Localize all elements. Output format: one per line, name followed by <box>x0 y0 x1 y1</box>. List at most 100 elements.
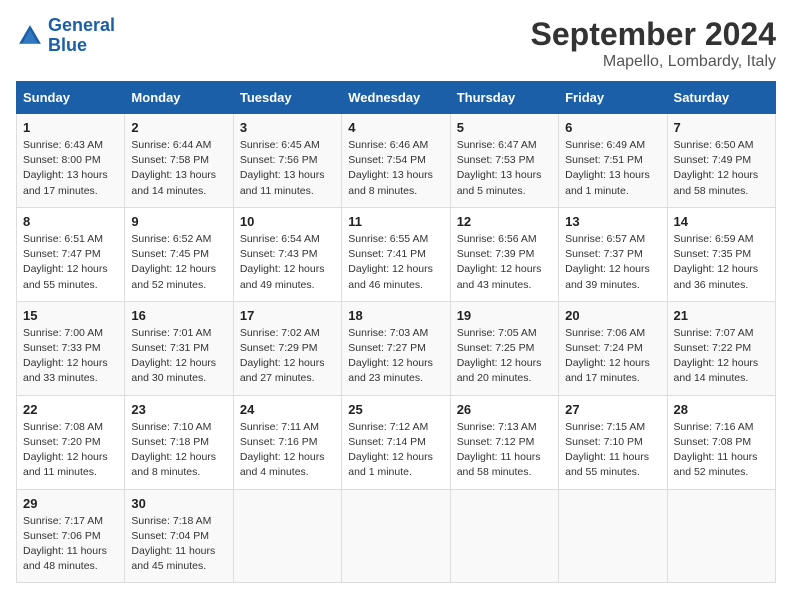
day-number: 17 <box>240 308 335 323</box>
day-cell-18: 18 Sunrise: 7:03 AM Sunset: 7:27 PM Dayl… <box>342 301 450 395</box>
day-info: Sunrise: 7:05 AM Sunset: 7:25 PM Dayligh… <box>457 326 552 387</box>
day-info: Sunrise: 7:06 AM Sunset: 7:24 PM Dayligh… <box>565 326 660 387</box>
day-info: Sunrise: 7:07 AM Sunset: 7:22 PM Dayligh… <box>674 326 769 387</box>
day-info: Sunrise: 6:43 AM Sunset: 8:00 PM Dayligh… <box>23 138 118 199</box>
header-sunday: Sunday <box>17 82 125 114</box>
day-number: 16 <box>131 308 226 323</box>
day-info: Sunrise: 6:55 AM Sunset: 7:41 PM Dayligh… <box>348 232 443 293</box>
day-cell-30: 30 Sunrise: 7:18 AM Sunset: 7:04 PM Dayl… <box>125 489 233 583</box>
day-info: Sunrise: 7:15 AM Sunset: 7:10 PM Dayligh… <box>565 420 660 481</box>
day-info: Sunrise: 7:16 AM Sunset: 7:08 PM Dayligh… <box>674 420 769 481</box>
day-info: Sunrise: 7:01 AM Sunset: 7:31 PM Dayligh… <box>131 326 226 387</box>
day-info: Sunrise: 6:44 AM Sunset: 7:58 PM Dayligh… <box>131 138 226 199</box>
day-number: 11 <box>348 214 443 229</box>
day-cell-19: 19 Sunrise: 7:05 AM Sunset: 7:25 PM Dayl… <box>450 301 558 395</box>
day-info: Sunrise: 6:51 AM Sunset: 7:47 PM Dayligh… <box>23 232 118 293</box>
day-cell-3: 3 Sunrise: 6:45 AM Sunset: 7:56 PM Dayli… <box>233 114 341 208</box>
day-info: Sunrise: 6:57 AM Sunset: 7:37 PM Dayligh… <box>565 232 660 293</box>
day-cell-12: 12 Sunrise: 6:56 AM Sunset: 7:39 PM Dayl… <box>450 207 558 301</box>
day-info: Sunrise: 7:18 AM Sunset: 7:04 PM Dayligh… <box>131 514 226 575</box>
day-number: 19 <box>457 308 552 323</box>
day-info: Sunrise: 7:12 AM Sunset: 7:14 PM Dayligh… <box>348 420 443 481</box>
day-number: 15 <box>23 308 118 323</box>
header-monday: Monday <box>125 82 233 114</box>
day-number: 28 <box>674 402 769 417</box>
calendar-week-row: 1 Sunrise: 6:43 AM Sunset: 8:00 PM Dayli… <box>17 114 776 208</box>
calendar-week-row: 8 Sunrise: 6:51 AM Sunset: 7:47 PM Dayli… <box>17 207 776 301</box>
calendar-week-row: 22 Sunrise: 7:08 AM Sunset: 7:20 PM Dayl… <box>17 395 776 489</box>
day-info: Sunrise: 6:50 AM Sunset: 7:49 PM Dayligh… <box>674 138 769 199</box>
calendar-week-row: 29 Sunrise: 7:17 AM Sunset: 7:06 PM Dayl… <box>17 489 776 583</box>
day-number: 12 <box>457 214 552 229</box>
empty-cell <box>233 489 341 583</box>
day-number: 27 <box>565 402 660 417</box>
day-info: Sunrise: 6:45 AM Sunset: 7:56 PM Dayligh… <box>240 138 335 199</box>
day-info: Sunrise: 7:08 AM Sunset: 7:20 PM Dayligh… <box>23 420 118 481</box>
day-cell-25: 25 Sunrise: 7:12 AM Sunset: 7:14 PM Dayl… <box>342 395 450 489</box>
day-cell-7: 7 Sunrise: 6:50 AM Sunset: 7:49 PM Dayli… <box>667 114 775 208</box>
day-cell-11: 11 Sunrise: 6:55 AM Sunset: 7:41 PM Dayl… <box>342 207 450 301</box>
day-number: 20 <box>565 308 660 323</box>
header-friday: Friday <box>559 82 667 114</box>
day-info: Sunrise: 6:56 AM Sunset: 7:39 PM Dayligh… <box>457 232 552 293</box>
weekday-header-row: Sunday Monday Tuesday Wednesday Thursday… <box>17 82 776 114</box>
day-cell-20: 20 Sunrise: 7:06 AM Sunset: 7:24 PM Dayl… <box>559 301 667 395</box>
empty-cell <box>667 489 775 583</box>
month-title: September 2024 <box>531 16 776 53</box>
day-number: 23 <box>131 402 226 417</box>
day-info: Sunrise: 7:11 AM Sunset: 7:16 PM Dayligh… <box>240 420 335 481</box>
day-info: Sunrise: 6:54 AM Sunset: 7:43 PM Dayligh… <box>240 232 335 293</box>
day-number: 2 <box>131 120 226 135</box>
day-number: 14 <box>674 214 769 229</box>
day-info: Sunrise: 6:46 AM Sunset: 7:54 PM Dayligh… <box>348 138 443 199</box>
location: Mapello, Lombardy, Italy <box>531 53 776 71</box>
day-number: 29 <box>23 496 118 511</box>
day-number: 3 <box>240 120 335 135</box>
empty-cell <box>450 489 558 583</box>
day-info: Sunrise: 7:00 AM Sunset: 7:33 PM Dayligh… <box>23 326 118 387</box>
day-cell-16: 16 Sunrise: 7:01 AM Sunset: 7:31 PM Dayl… <box>125 301 233 395</box>
day-info: Sunrise: 6:52 AM Sunset: 7:45 PM Dayligh… <box>131 232 226 293</box>
day-cell-28: 28 Sunrise: 7:16 AM Sunset: 7:08 PM Dayl… <box>667 395 775 489</box>
day-cell-27: 27 Sunrise: 7:15 AM Sunset: 7:10 PM Dayl… <box>559 395 667 489</box>
day-number: 30 <box>131 496 226 511</box>
day-cell-4: 4 Sunrise: 6:46 AM Sunset: 7:54 PM Dayli… <box>342 114 450 208</box>
day-number: 10 <box>240 214 335 229</box>
day-info: Sunrise: 7:03 AM Sunset: 7:27 PM Dayligh… <box>348 326 443 387</box>
empty-cell <box>559 489 667 583</box>
day-info: Sunrise: 6:49 AM Sunset: 7:51 PM Dayligh… <box>565 138 660 199</box>
day-cell-29: 29 Sunrise: 7:17 AM Sunset: 7:06 PM Dayl… <box>17 489 125 583</box>
day-info: Sunrise: 7:13 AM Sunset: 7:12 PM Dayligh… <box>457 420 552 481</box>
empty-cell <box>342 489 450 583</box>
day-number: 24 <box>240 402 335 417</box>
day-cell-13: 13 Sunrise: 6:57 AM Sunset: 7:37 PM Dayl… <box>559 207 667 301</box>
day-cell-21: 21 Sunrise: 7:07 AM Sunset: 7:22 PM Dayl… <box>667 301 775 395</box>
logo-text: General Blue <box>48 16 115 56</box>
header-wednesday: Wednesday <box>342 82 450 114</box>
day-cell-10: 10 Sunrise: 6:54 AM Sunset: 7:43 PM Dayl… <box>233 207 341 301</box>
day-info: Sunrise: 6:59 AM Sunset: 7:35 PM Dayligh… <box>674 232 769 293</box>
day-cell-1: 1 Sunrise: 6:43 AM Sunset: 8:00 PM Dayli… <box>17 114 125 208</box>
day-cell-23: 23 Sunrise: 7:10 AM Sunset: 7:18 PM Dayl… <box>125 395 233 489</box>
day-cell-22: 22 Sunrise: 7:08 AM Sunset: 7:20 PM Dayl… <box>17 395 125 489</box>
day-cell-26: 26 Sunrise: 7:13 AM Sunset: 7:12 PM Dayl… <box>450 395 558 489</box>
day-number: 4 <box>348 120 443 135</box>
day-cell-8: 8 Sunrise: 6:51 AM Sunset: 7:47 PM Dayli… <box>17 207 125 301</box>
day-info: Sunrise: 7:10 AM Sunset: 7:18 PM Dayligh… <box>131 420 226 481</box>
day-cell-24: 24 Sunrise: 7:11 AM Sunset: 7:16 PM Dayl… <box>233 395 341 489</box>
day-info: Sunrise: 7:02 AM Sunset: 7:29 PM Dayligh… <box>240 326 335 387</box>
day-number: 18 <box>348 308 443 323</box>
calendar-table: Sunday Monday Tuesday Wednesday Thursday… <box>16 81 776 583</box>
day-number: 5 <box>457 120 552 135</box>
header-saturday: Saturday <box>667 82 775 114</box>
day-cell-6: 6 Sunrise: 6:49 AM Sunset: 7:51 PM Dayli… <box>559 114 667 208</box>
day-number: 8 <box>23 214 118 229</box>
day-info: Sunrise: 7:17 AM Sunset: 7:06 PM Dayligh… <box>23 514 118 575</box>
day-info: Sunrise: 6:47 AM Sunset: 7:53 PM Dayligh… <box>457 138 552 199</box>
title-block: September 2024 Mapello, Lombardy, Italy <box>531 16 776 71</box>
day-number: 13 <box>565 214 660 229</box>
header-tuesday: Tuesday <box>233 82 341 114</box>
logo-icon <box>16 22 44 50</box>
page-header: General Blue September 2024 Mapello, Lom… <box>16 16 776 71</box>
header-thursday: Thursday <box>450 82 558 114</box>
